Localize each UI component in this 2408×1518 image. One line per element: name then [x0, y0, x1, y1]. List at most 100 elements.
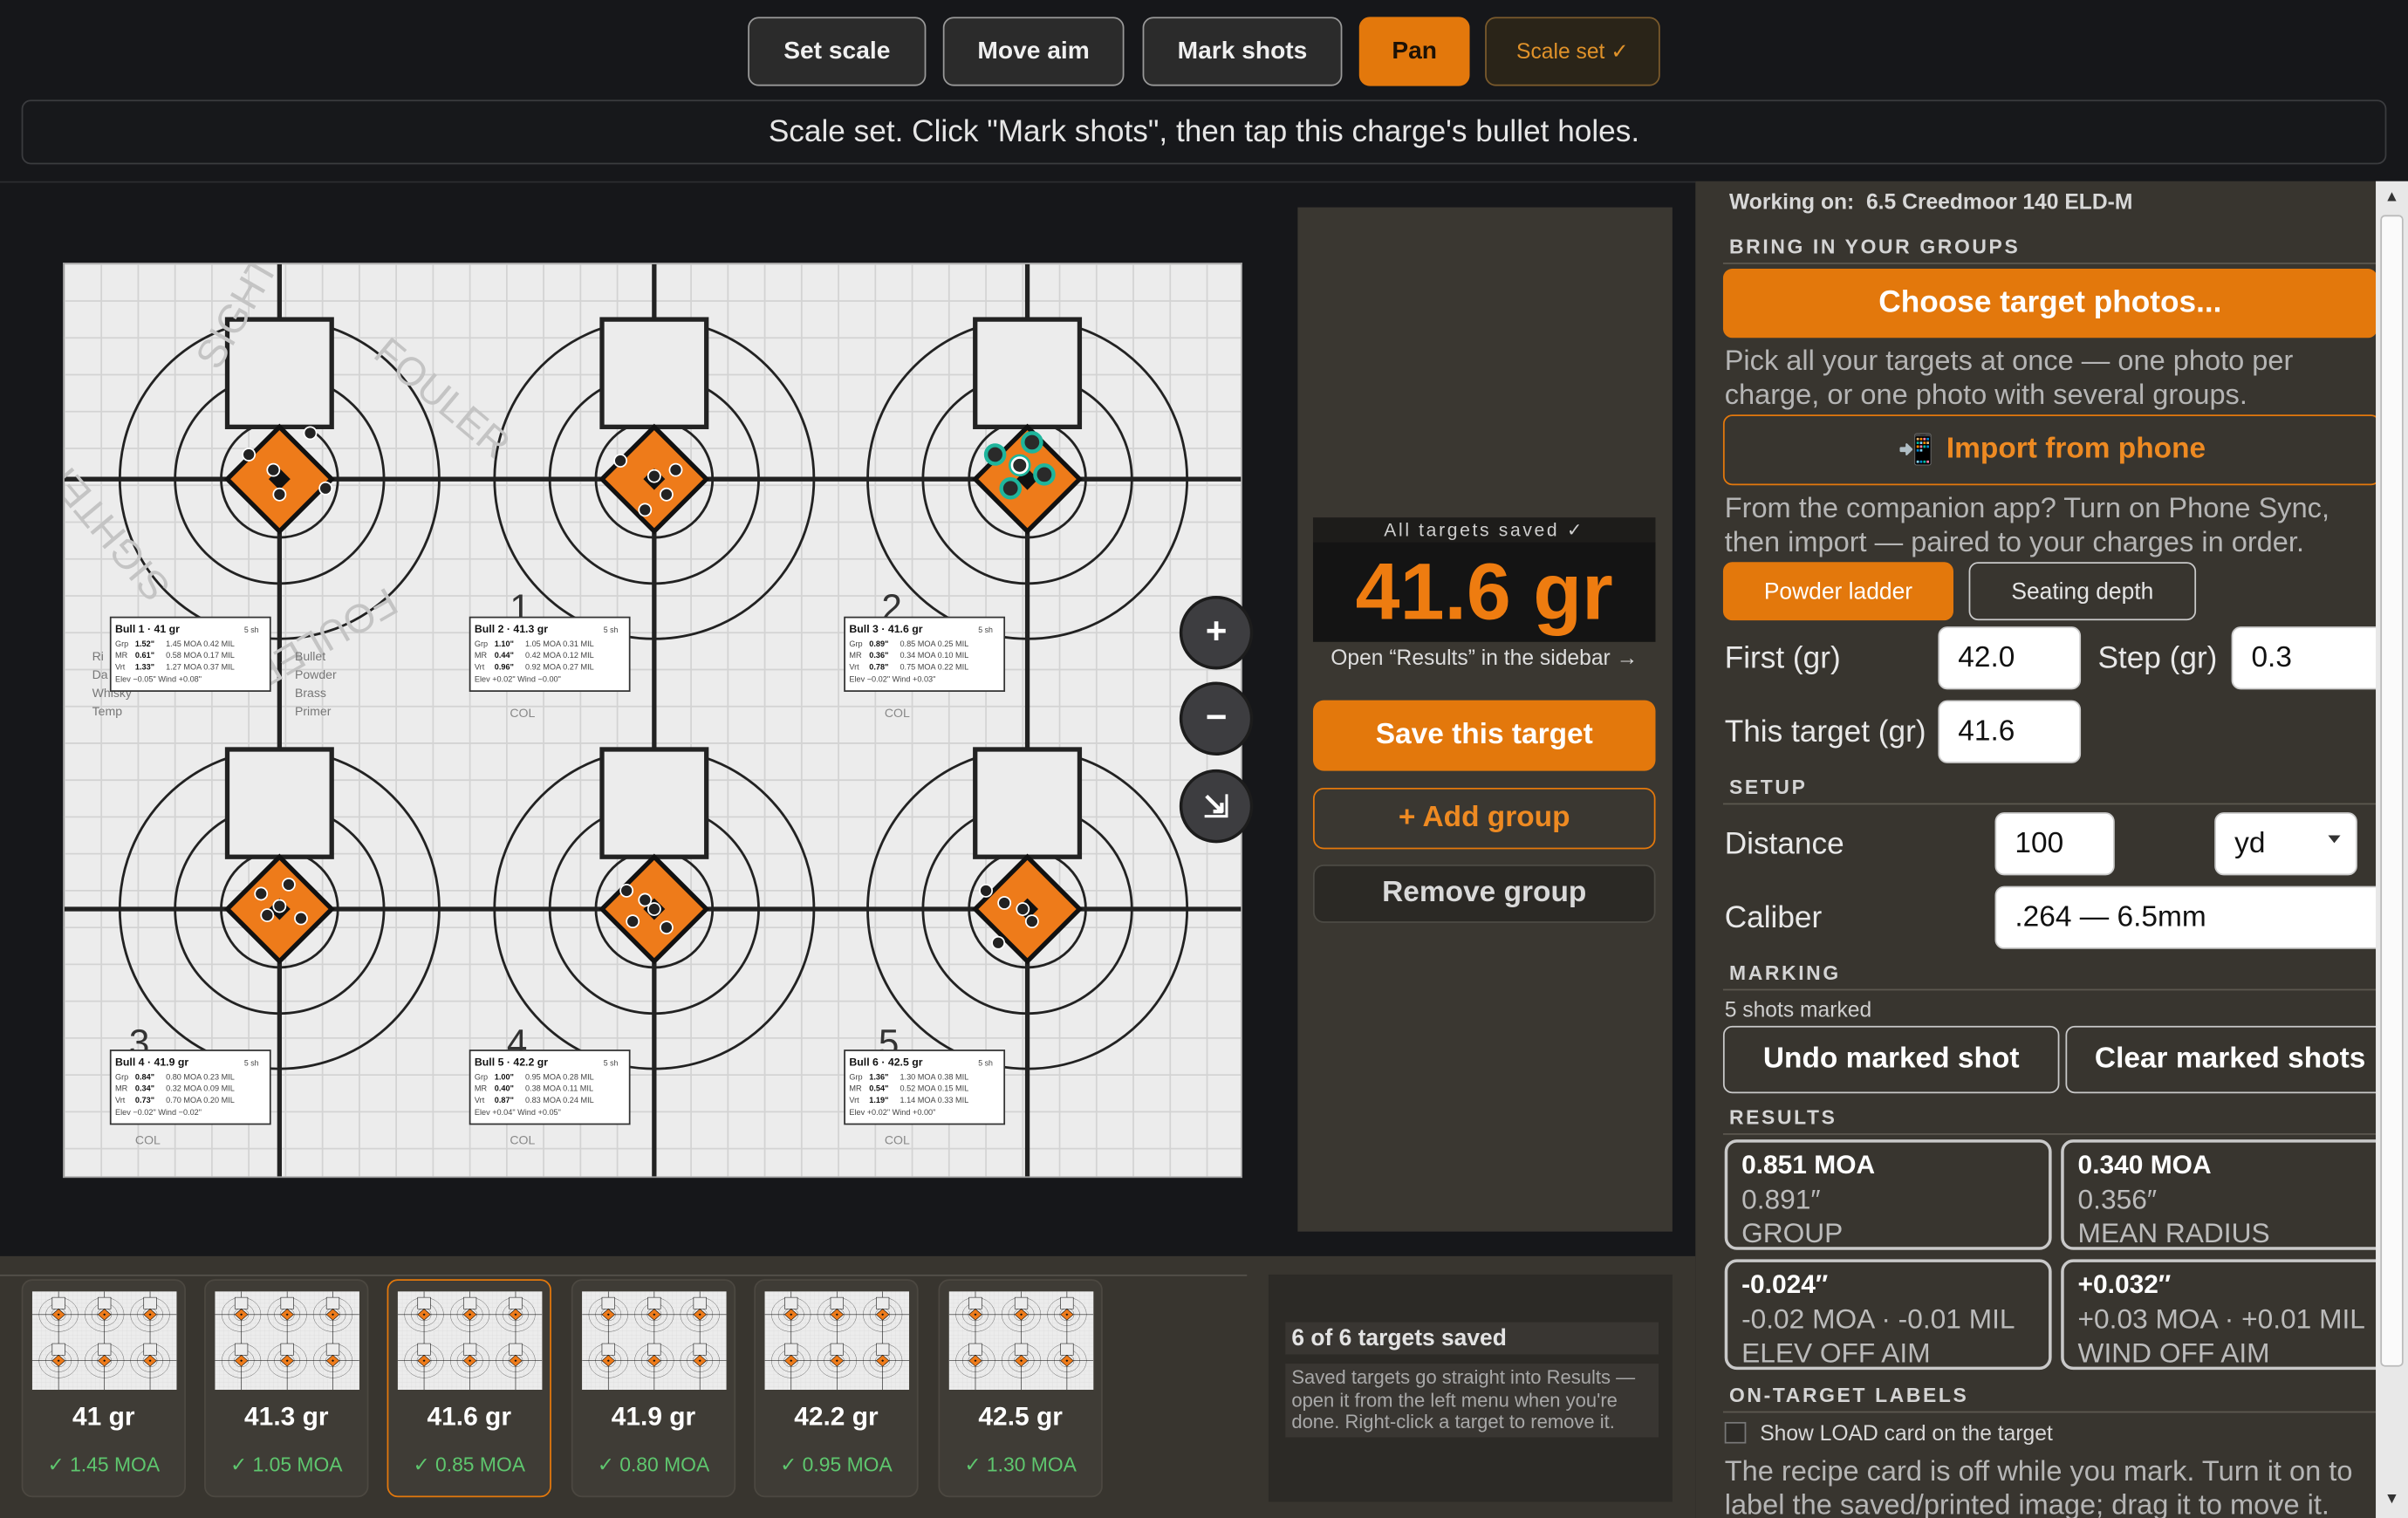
target-canvas[interactable]: SIGHTER FOULER SIGHTER FOULER 1 2 3 4 5 Bullet Pow… — [63, 262, 1243, 1179]
bullet-hole — [619, 883, 634, 898]
marked-shot — [1021, 431, 1043, 454]
bullet-hole — [638, 503, 653, 517]
target-thumbnail[interactable]: 42.2 gr ✓ 0.95 MOA — [754, 1279, 919, 1498]
zoom-out-button[interactable]: − — [1179, 681, 1254, 756]
add-group-button[interactable]: + Add group — [1312, 787, 1656, 850]
thumbnail-charge: 41.3 gr — [244, 1402, 329, 1432]
thumbnail-target — [31, 1291, 177, 1390]
mark-shots-button[interactable]: Mark shots — [1142, 17, 1343, 86]
choose-photos-button[interactable]: Choose target photos... — [1722, 269, 2377, 338]
bull-card: Bull 5 · 42.2 gr 5 sh Grp 1.00" 0.95 MOA 0.2… — [469, 1050, 631, 1125]
load-box — [417, 1296, 431, 1309]
distance-input[interactable]: 100 — [1994, 812, 2115, 876]
bull-card-value: 0.54" — [869, 1084, 888, 1093]
bullet-hole — [991, 935, 1006, 950]
target-sheet — [31, 1291, 177, 1390]
set-scale-button[interactable]: Set scale — [748, 17, 927, 86]
target-thumbnail[interactable]: 41.3 gr ✓ 1.05 MOA — [204, 1279, 369, 1498]
scrollbar-thumb[interactable] — [2380, 215, 2404, 1367]
bull-card: Bull 6 · 42.5 gr 5 sh Grp 1.36" 1.30 MOA 0.3… — [844, 1050, 1006, 1125]
marked-shot — [999, 476, 1022, 500]
thumbnail-moa: ✓ 0.80 MOA — [597, 1453, 710, 1476]
thumbnail-charge: 41.6 gr — [427, 1402, 511, 1432]
bull-card-value: 0.44" — [495, 651, 514, 660]
load-box — [51, 1343, 65, 1356]
load-box — [462, 1296, 477, 1309]
remove-group-button[interactable]: Remove group — [1312, 864, 1656, 923]
current-charge: 41.6 gr — [1312, 542, 1656, 642]
bull-card-value: 0.36" — [869, 651, 888, 660]
divider — [0, 1274, 1248, 1276]
scroll-up-icon[interactable]: ▲ — [2380, 188, 2403, 209]
save-target-button[interactable]: Save this target — [1312, 700, 1656, 771]
caliber-select[interactable]: .264 — 6.5mm — [1994, 886, 2395, 949]
load-box — [417, 1343, 431, 1356]
this-target-input[interactable]: 41.6 — [1938, 700, 2082, 763]
bull-card-row-label: MR — [115, 1084, 128, 1093]
bullet-hole — [979, 883, 993, 898]
thumbnail-target — [215, 1291, 359, 1390]
show-load-card-checkbox[interactable] — [1724, 1421, 1747, 1444]
load-box — [968, 1343, 982, 1356]
fit-view-button[interactable]: ⇲ — [1179, 769, 1254, 844]
marked-shot — [983, 443, 1007, 466]
result-detail: 0.356″ — [2077, 1184, 2158, 1215]
bullet-hole — [1016, 902, 1030, 916]
pan-button[interactable]: Pan — [1358, 17, 1470, 86]
target-thumbnail[interactable]: 41.6 gr ✓ 0.85 MOA — [387, 1279, 551, 1498]
bull-card-shots: 5 sh — [978, 1059, 993, 1068]
load-box — [1060, 1343, 1074, 1356]
thumbnail-image — [215, 1291, 359, 1390]
bull-card-value: 1.00" — [495, 1072, 514, 1081]
bull-card-offset: Elev +0.02" Wind −0.00" — [475, 675, 561, 684]
bullet-hole — [660, 487, 674, 502]
zoom-in-button[interactable]: + — [1179, 595, 1254, 670]
bull-card-row-label: Vrt — [115, 1096, 126, 1104]
open-results-hint[interactable]: Open “Results” in the sidebar → — [1313, 645, 1656, 669]
first-input[interactable]: 42.0 — [1938, 626, 2082, 690]
target-image[interactable]: SIGHTERFOULERSIGHTERFOULER 1 23 4 5BulletPow… — [64, 263, 1242, 1178]
bullet-hole — [997, 896, 1012, 910]
bull-card-offset: Elev −0.02" Wind +0.03" — [849, 675, 935, 684]
bullet-hole — [281, 877, 296, 892]
target-thumbnail[interactable]: 41 gr ✓ 1.45 MOA — [21, 1279, 186, 1498]
move-aim-button[interactable]: Move aim — [942, 17, 1125, 86]
undo-shot-button[interactable]: Undo marked shot — [1722, 1025, 2060, 1094]
bull-card-row-label: Vrt — [849, 1096, 859, 1104]
seating-depth-toggle[interactable]: Seating depth — [1968, 562, 2197, 621]
scroll-down-icon[interactable]: ▼ — [2380, 1489, 2403, 1511]
bull-card-detail: 1.27 MOA 0.37 MIL — [166, 662, 235, 671]
load-box — [973, 317, 1083, 429]
bull-card-offset: Elev +0.02" Wind +0.00" — [849, 1108, 935, 1117]
bull-card: Bull 1 · 41 gr 5 sh Grp 1.52" 1.45 MOA 0.42 … — [109, 616, 271, 692]
powder-ladder-toggle[interactable]: Powder ladder — [1722, 562, 1953, 621]
result-caption: WIND OFF AIM — [2077, 1337, 2270, 1369]
load-box — [143, 1296, 157, 1309]
load-box — [876, 1343, 890, 1356]
result-caption: MEAN RADIUS — [2077, 1217, 2270, 1249]
load-box — [647, 1343, 661, 1356]
bull-card-detail: 1.45 MOA 0.42 MIL — [166, 639, 235, 648]
bull-card: Bull 3 · 41.6 gr 5 sh Grp 0.89" 0.85 MOA 0.2… — [844, 616, 1006, 692]
bull-card-row-label: Vrt — [475, 1096, 485, 1104]
clear-shots-button[interactable]: Clear marked shots — [2065, 1025, 2401, 1094]
result-value: 0.340 MOA — [2077, 1150, 2212, 1180]
load-box — [51, 1296, 65, 1309]
sidebar-scrollbar[interactable]: ▲ ▼ — [2376, 181, 2408, 1518]
step-input[interactable]: 0.3 — [2231, 626, 2385, 690]
bull-card-row-label: Grp — [849, 1072, 862, 1081]
bull-card-detail: 0.42 MOA 0.12 MIL — [525, 651, 594, 660]
target-thumbnail[interactable]: 41.9 gr ✓ 0.80 MOA — [571, 1279, 736, 1498]
bull-card-shots: 5 sh — [244, 626, 259, 634]
bull-card-detail: 1.30 MOA 0.38 MIL — [900, 1072, 968, 1081]
printed-col-label: COL — [510, 1132, 535, 1146]
printed-field: Da — [92, 667, 108, 681]
target-sheet: SIGHTERFOULERSIGHTERFOULER 1 23 4 5BulletPow… — [64, 263, 1242, 1177]
thumbnail-moa: ✓ 0.85 MOA — [413, 1453, 526, 1476]
target-thumbnail[interactable]: 42.5 gr ✓ 1.30 MOA — [938, 1279, 1103, 1498]
import-phone-button[interactable]: 📲 Import from phone — [1722, 414, 2381, 486]
divider — [1722, 1411, 2377, 1413]
distance-unit-select[interactable]: yd — [2214, 812, 2357, 876]
bull-card-value: 0.84" — [135, 1072, 154, 1081]
thumbnail-moa: ✓ 1.30 MOA — [964, 1453, 1077, 1476]
